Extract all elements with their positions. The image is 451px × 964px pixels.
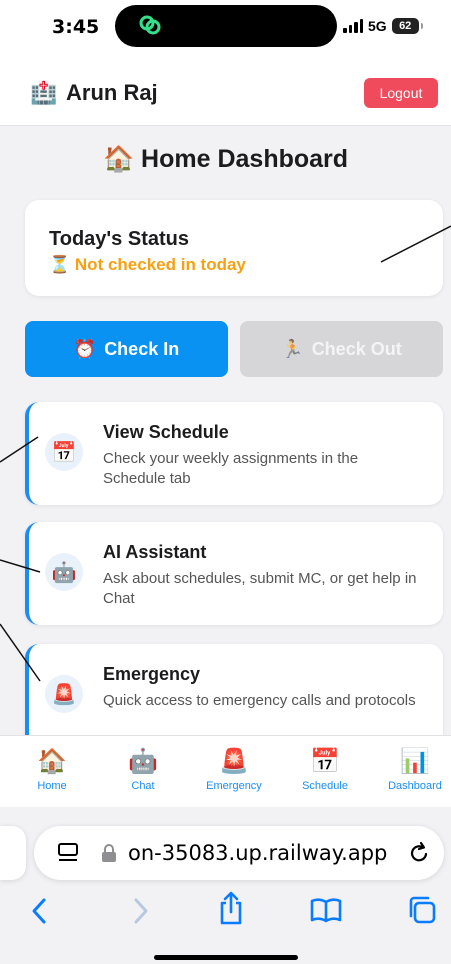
page-menu-icon[interactable]: [56, 841, 80, 865]
status-title: Today's Status: [49, 228, 189, 250]
bar-chart-icon: 📊: [400, 748, 430, 775]
lock-icon: [102, 844, 116, 862]
status-card: Today's Status ⏳ Not checked in today: [25, 200, 443, 296]
network-type: 5G: [368, 18, 387, 34]
nav-label: Dashboard: [388, 780, 442, 792]
feature-description: Quick access to emergency calls and prot…: [103, 692, 416, 709]
robot-icon: 🤖: [45, 553, 83, 591]
page-title: 🏠 Home Dashboard: [0, 145, 451, 174]
siren-icon: 🚨: [45, 675, 83, 713]
clock: 3:45: [52, 16, 100, 38]
alarm-clock-icon: ⏰: [73, 338, 97, 359]
calendar-icon: 📅: [310, 748, 340, 775]
url-text: on-35083.up.railway.app: [128, 841, 388, 865]
dynamic-island: [115, 5, 337, 47]
feature-title: Emergency: [103, 664, 201, 684]
nav-label: Chat: [131, 780, 155, 792]
feature-description: Ask about schedules, submit MC, or get h…: [103, 570, 417, 607]
view-schedule-card[interactable]: 📅 View Schedule Check your weekly assign…: [25, 402, 443, 505]
status-bar: 3:45 5G 62: [0, 0, 451, 58]
check-in-label: Check In: [104, 338, 180, 359]
check-out-label: Check Out: [311, 338, 402, 359]
address-bar[interactable]: on-35083.up.railway.app: [34, 826, 444, 880]
bottom-nav: 🏠 Home 🤖 Chat 🚨 Emergency 📅 Schedule 📊 D…: [0, 735, 451, 807]
home-indicator: [154, 955, 298, 960]
hourglass-icon: ⏳: [49, 255, 71, 274]
check-out-button[interactable]: 🏃 Check Out: [240, 321, 443, 377]
forward-icon[interactable]: [130, 896, 152, 926]
nav-schedule[interactable]: 📅 Schedule: [285, 746, 365, 792]
nav-label: Emergency: [206, 780, 262, 792]
previous-tab-stub[interactable]: [0, 826, 26, 880]
user-name: Arun Raj: [66, 80, 158, 105]
battery-icon: 62: [391, 18, 423, 34]
runner-icon: 🏃: [281, 338, 304, 359]
signal-icon: [343, 19, 363, 33]
ai-assistant-card[interactable]: 🤖 AI Assistant Ask about schedules, subm…: [25, 522, 443, 625]
status-message-text: Not checked in today: [74, 255, 246, 274]
nav-label: Home: [37, 780, 67, 792]
house-icon: 🏠: [102, 145, 135, 173]
check-in-button[interactable]: ⏰ Check In: [25, 321, 228, 377]
feature-description: Check your weekly assignments in the Sch…: [103, 450, 359, 487]
robot-icon: 🤖: [128, 748, 158, 775]
status-indicators: 5G 62: [343, 18, 423, 34]
reload-icon[interactable]: [407, 840, 431, 866]
nav-emergency[interactable]: 🚨 Emergency: [194, 746, 274, 792]
status-message: ⏳ Not checked in today: [49, 255, 246, 275]
app-header: 🏥 Arun Raj Logout: [0, 58, 451, 126]
nav-chat[interactable]: 🤖 Chat: [103, 746, 183, 792]
nav-label: Schedule: [302, 780, 348, 792]
feature-title: AI Assistant: [103, 542, 207, 562]
nav-dashboard[interactable]: 📊 Dashboard: [375, 746, 451, 792]
tabs-icon[interactable]: [406, 894, 438, 926]
link-app-icon: [139, 15, 161, 35]
page-title-text: Home Dashboard: [141, 145, 349, 173]
feature-title: View Schedule: [103, 422, 229, 442]
siren-icon: 🚨: [219, 748, 249, 775]
bookmarks-icon[interactable]: [309, 896, 343, 924]
house-icon: 🏠: [37, 748, 67, 775]
hospital-icon: 🏥: [30, 80, 58, 105]
nav-home[interactable]: 🏠 Home: [12, 746, 92, 792]
logout-button[interactable]: Logout: [364, 78, 438, 108]
share-icon[interactable]: [216, 890, 246, 926]
calendar-icon: 📅: [45, 433, 83, 471]
back-icon[interactable]: [28, 896, 50, 926]
safari-toolbar: [0, 890, 451, 940]
